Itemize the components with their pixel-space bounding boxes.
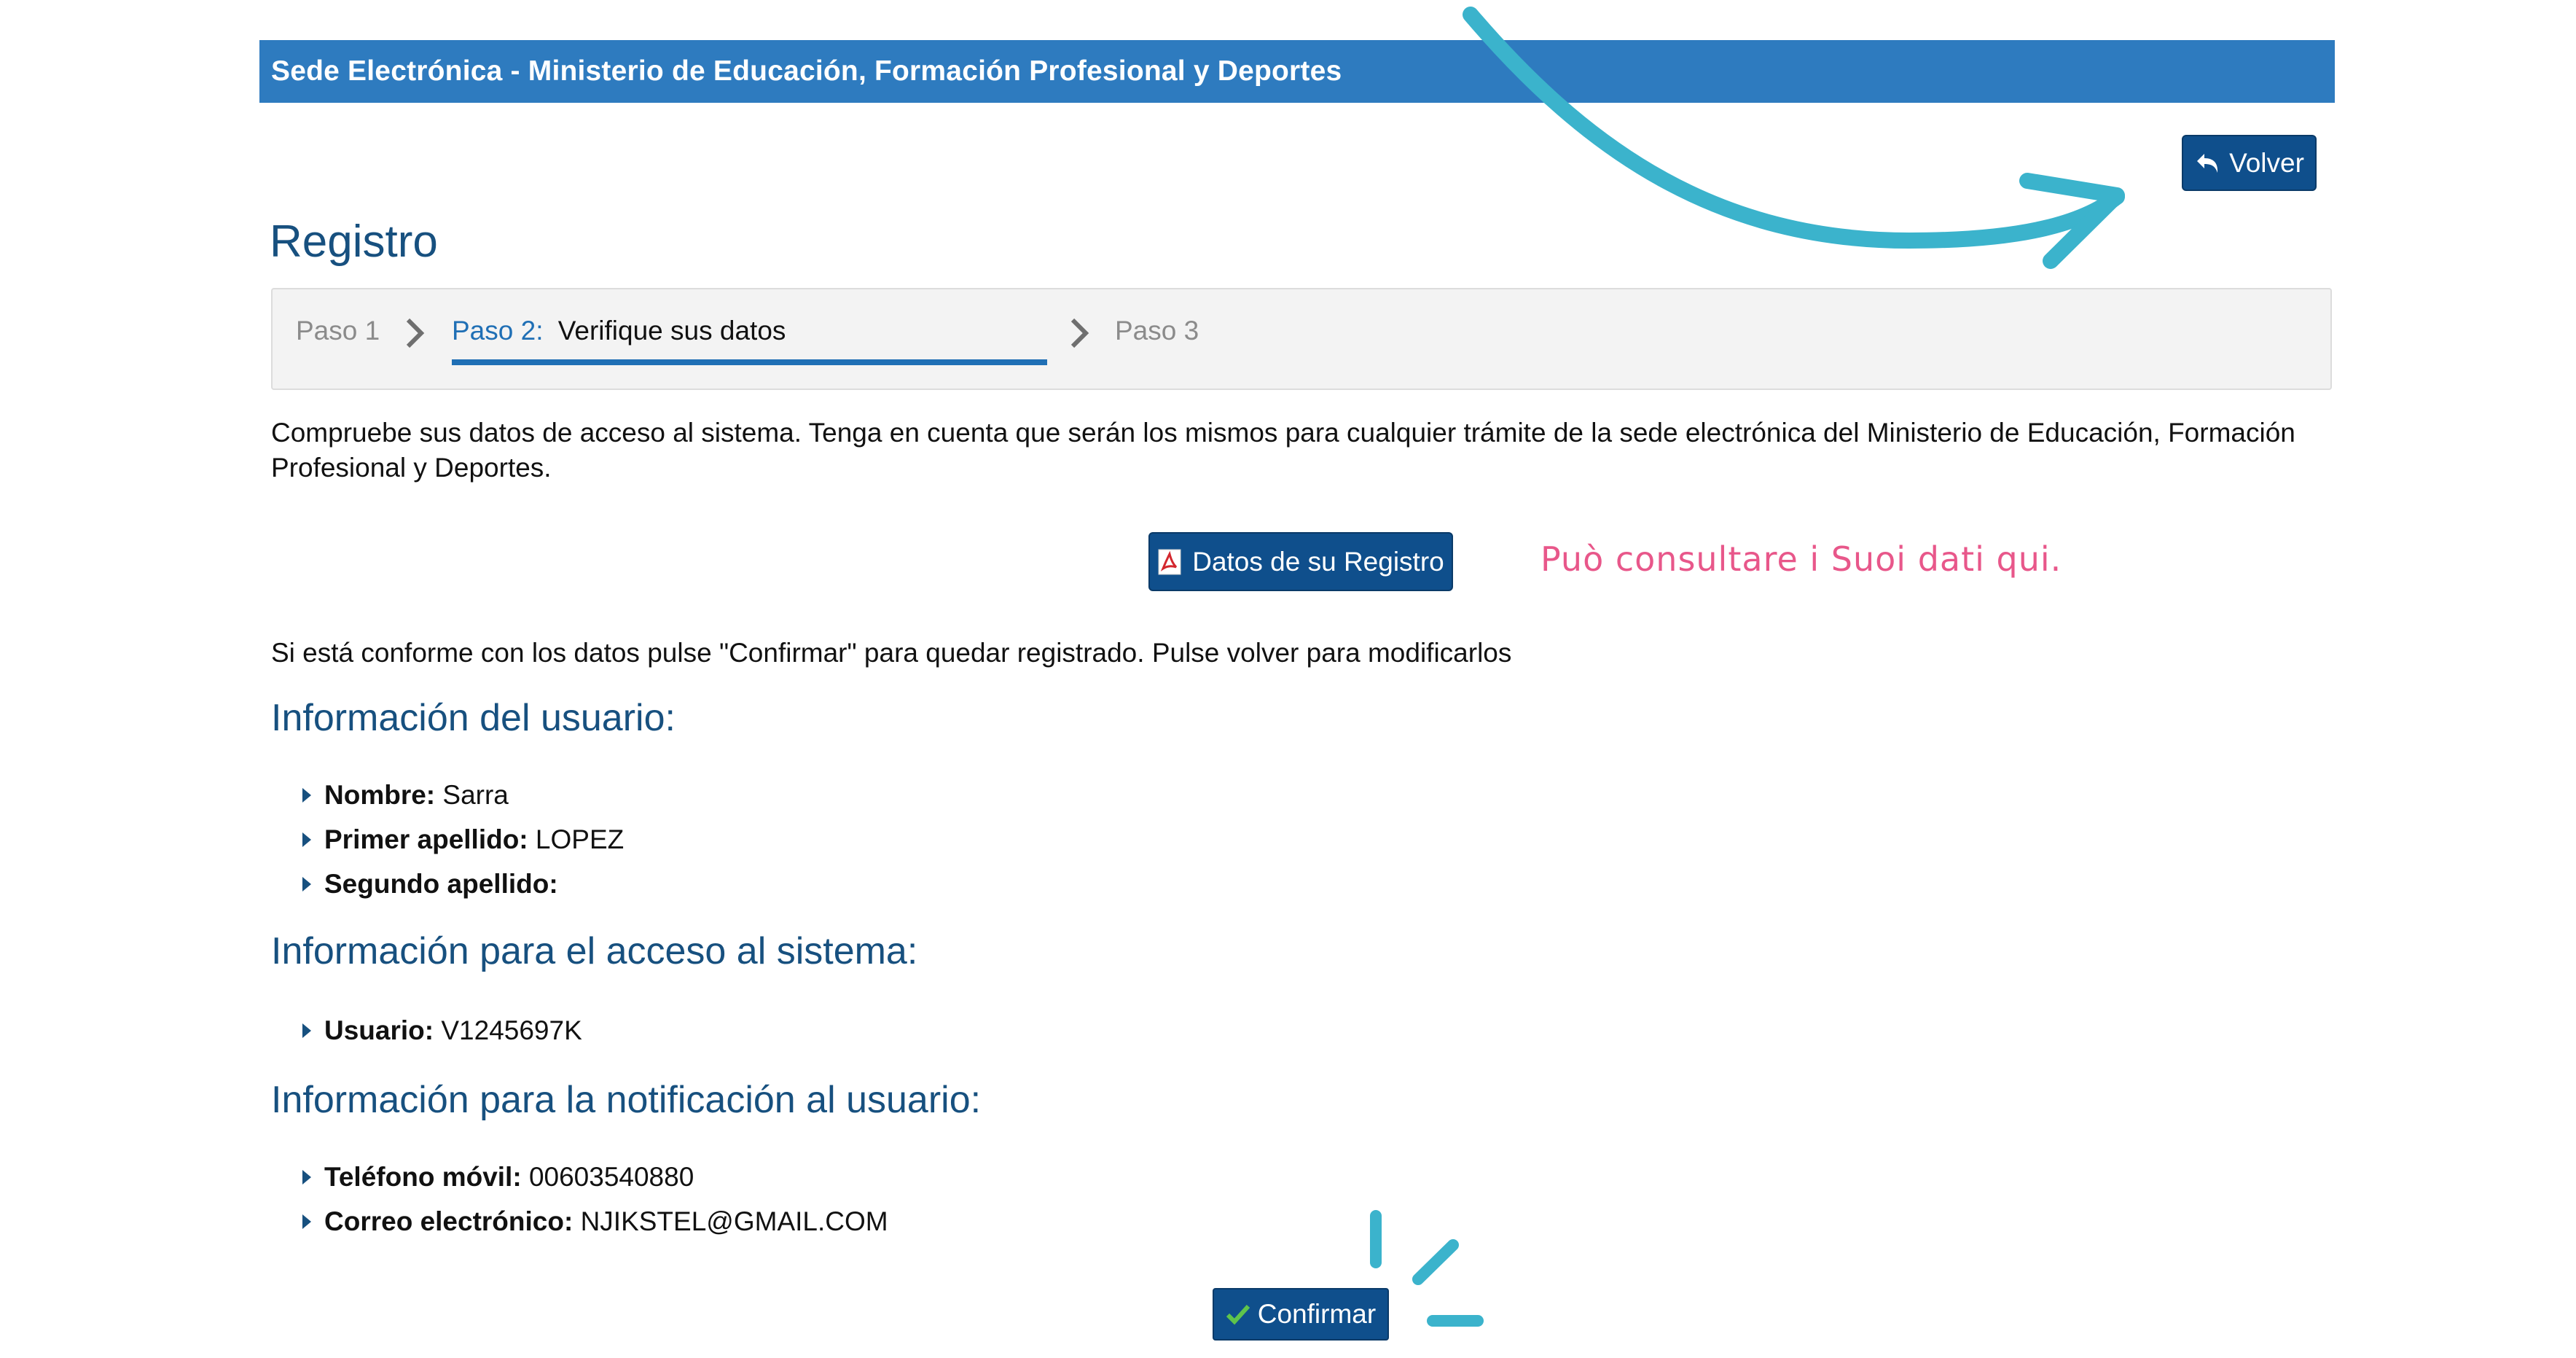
intro-paragraph: Compruebe sus datos de acceso al sistema… <box>271 415 2311 485</box>
checkmark-icon <box>1226 1304 1250 1325</box>
step-1: Paso 1 <box>296 316 380 346</box>
step-2-text: Verifique sus datos <box>557 316 786 346</box>
step-2-label: Paso 2: <box>452 316 544 346</box>
list-item: Nombre: Sarra <box>302 780 509 811</box>
item-label: Primer apellido: <box>324 824 528 854</box>
pdf-icon <box>1158 549 1181 574</box>
item-value: LOPEZ <box>535 824 625 854</box>
intro-line-2: Profesional y Deportes. <box>271 453 552 483</box>
triangle-bullet-icon <box>302 832 311 847</box>
spark-line-icon <box>1412 1239 1459 1285</box>
item-label: Segundo apellido: <box>324 869 558 899</box>
active-step-underline <box>452 359 1047 365</box>
datos-registro-button[interactable]: Datos de su Registro <box>1148 532 1453 591</box>
confirm-instructions: Si está conforme con los datos pulse "Co… <box>271 638 1512 668</box>
datos-registro-label: Datos de su Registro <box>1192 546 1444 577</box>
intro-line-1: Compruebe sus datos de acceso al sistema… <box>271 418 2295 448</box>
volver-label: Volver <box>2229 147 2304 178</box>
chevron-right-icon <box>406 318 425 348</box>
volver-button[interactable]: Volver <box>2182 135 2317 191</box>
confirmar-label: Confirmar <box>1257 1299 1377 1329</box>
annotation-note: Può consultare i Suoi dati qui. <box>1540 539 2062 579</box>
arrowhead-icon <box>2019 173 2125 269</box>
item-label: Usuario: <box>324 1015 434 1045</box>
section-heading-acceso: Información para el acceso al sistema: <box>271 930 918 972</box>
item-value: V1245697K <box>441 1015 582 1045</box>
section-heading-usuario: Información del usuario: <box>271 697 676 739</box>
item-value: NJIKSTEL@GMAIL.COM <box>580 1206 888 1236</box>
confirmar-button[interactable]: Confirmar <box>1213 1288 1389 1341</box>
section-heading-notificacion: Información para la notificación al usua… <box>271 1079 982 1121</box>
step-3: Paso 3 <box>1115 316 1199 346</box>
triangle-bullet-icon <box>302 877 311 891</box>
triangle-bullet-icon <box>302 1214 311 1229</box>
item-value: Sarra <box>442 780 509 810</box>
item-value: 00603540880 <box>528 1162 694 1192</box>
list-item: Correo electrónico: NJIKSTEL@GMAIL.COM <box>302 1206 888 1237</box>
item-label: Nombre: <box>324 780 436 810</box>
item-label: Correo electrónico: <box>324 1206 573 1236</box>
undo-arrow-icon <box>2197 153 2218 173</box>
chevron-right-icon <box>1070 318 1089 348</box>
item-label: Teléfono móvil: <box>324 1162 522 1192</box>
triangle-bullet-icon <box>302 1023 311 1038</box>
list-item: Usuario: V1245697K <box>302 1015 582 1046</box>
list-item: Segundo apellido: <box>302 869 558 900</box>
triangle-bullet-icon <box>302 788 311 803</box>
step-indicator: Paso 1 Paso 2: Verifique sus datos Paso … <box>271 288 2332 390</box>
site-title: Sede Electrónica - Ministerio de Educaci… <box>271 55 1342 87</box>
step-2: Paso 2: Verifique sus datos <box>452 316 786 346</box>
tutorial-overlay <box>1370 7 2125 1327</box>
list-item: Teléfono móvil: 00603540880 <box>302 1162 694 1193</box>
page-title: Registro <box>270 216 438 267</box>
site-header: Sede Electrónica - Ministerio de Educaci… <box>259 40 2335 103</box>
list-item: Primer apellido: LOPEZ <box>302 824 624 855</box>
triangle-bullet-icon <box>302 1170 311 1185</box>
